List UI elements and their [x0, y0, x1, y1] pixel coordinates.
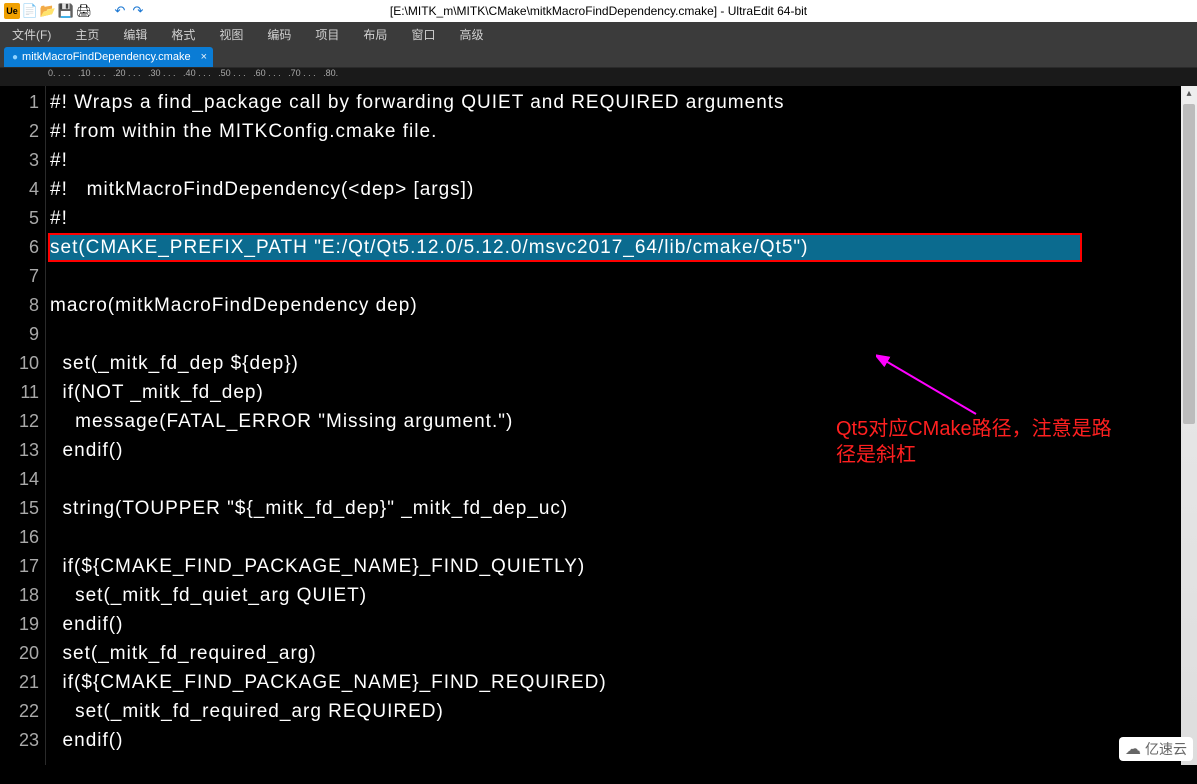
scroll-up-button[interactable]: ▴ — [1181, 86, 1197, 102]
line-number: 2 — [0, 117, 39, 146]
close-tab-icon[interactable]: × — [201, 51, 207, 63]
menu-layout[interactable]: 布局 — [363, 26, 387, 43]
menu-home[interactable]: 主页 — [75, 26, 99, 43]
line-number: 13 — [0, 436, 39, 465]
menu-window[interactable]: 窗口 — [411, 26, 435, 43]
line-number: 4 — [0, 175, 39, 204]
print-icon[interactable]: 🖨 — [76, 3, 92, 19]
document-tab[interactable]: ● mitkMacroFindDependency.cmake × — [4, 47, 213, 67]
code-line[interactable]: endif() — [50, 440, 123, 461]
menu-view[interactable]: 视图 — [219, 26, 243, 43]
tab-label: mitkMacroFindDependency.cmake — [22, 51, 191, 63]
code-line[interactable]: endif() — [50, 730, 123, 751]
tab-bar: ● mitkMacroFindDependency.cmake × — [0, 46, 1197, 68]
menu-format[interactable]: 格式 — [171, 26, 195, 43]
menu-project[interactable]: 项目 — [315, 26, 339, 43]
code-line[interactable]: macro(mitkMacroFindDependency dep) — [50, 295, 418, 316]
scrollbar-thumb[interactable] — [1183, 104, 1195, 424]
code-line[interactable]: #! Wraps a find_package call by forwardi… — [50, 92, 785, 113]
line-number: 17 — [0, 552, 39, 581]
watermark-text: 亿速云 — [1145, 739, 1187, 759]
app-icon: Ue — [4, 3, 20, 19]
save-icon[interactable]: 💾 — [58, 3, 74, 19]
line-number: 20 — [0, 639, 39, 668]
new-file-icon[interactable]: 📄 — [22, 3, 38, 19]
window-title: [E:\MITK_m\MITK\CMake\mitkMacroFindDepen… — [390, 4, 807, 18]
watermark-badge: ☁ 亿速云 — [1119, 737, 1193, 761]
code-line[interactable]: #! from within the MITKConfig.cmake file… — [50, 121, 437, 142]
code-line[interactable]: #! — [50, 150, 68, 171]
menu-file[interactable]: 文件(F) — [12, 26, 51, 43]
code-line[interactable]: if(${CMAKE_FIND_PACKAGE_NAME}_FIND_QUIET… — [50, 556, 585, 577]
cloud-icon: ☁ — [1125, 739, 1141, 759]
annotation-line1: Qt5对应CMake路径，注意是路 — [836, 416, 1112, 442]
code-line[interactable]: #! mitkMacroFindDependency(<dep> [args]) — [50, 179, 474, 200]
code-line[interactable]: #! — [50, 208, 68, 229]
code-line[interactable]: set(_mitk_fd_quiet_arg QUIET) — [50, 585, 367, 606]
line-number: 16 — [0, 523, 39, 552]
line-number: 10 — [0, 349, 39, 378]
line-number: 14 — [0, 465, 39, 494]
line-number: 1 — [0, 88, 39, 117]
line-number: 7 — [0, 262, 39, 291]
title-bar: Ue 📄 📂 💾 🖨 ↶ ↷ [E:\MITK_m\MITK\CMake\mit… — [0, 0, 1197, 22]
menu-coding[interactable]: 编码 — [267, 26, 291, 43]
code-line[interactable]: set(_mitk_fd_dep ${dep}) — [50, 353, 299, 374]
line-number: 6 — [0, 233, 39, 262]
line-number: 21 — [0, 668, 39, 697]
annotation-text: Qt5对应CMake路径，注意是路 径是斜杠 — [836, 416, 1112, 468]
line-number: 19 — [0, 610, 39, 639]
line-number: 9 — [0, 320, 39, 349]
undo-icon[interactable]: ↶ — [112, 3, 128, 19]
menu-bar: 文件(F) 主页 编辑 格式 视图 编码 项目 布局 窗口 高级 — [0, 22, 1197, 46]
line-number: 18 — [0, 581, 39, 610]
code-line[interactable]: if(NOT _mitk_fd_dep) — [50, 382, 264, 403]
modified-indicator-icon: ● — [12, 52, 18, 63]
ruler-marks: 0. . . . .10 . . . .20 . . . .30 . . . .… — [48, 68, 1197, 86]
line-number: 5 — [0, 204, 39, 233]
line-number-gutter: 1234567891011121314151617181920212223 — [0, 86, 46, 765]
editor-area[interactable]: 1234567891011121314151617181920212223 #!… — [0, 86, 1197, 765]
code-line[interactable]: set(_mitk_fd_required_arg) — [50, 643, 317, 664]
column-ruler: 0. . . . .10 . . . .20 . . . .30 . . . .… — [0, 68, 1197, 86]
open-file-icon[interactable]: 📂 — [40, 3, 56, 19]
redo-icon[interactable]: ↷ — [130, 3, 146, 19]
vertical-scrollbar[interactable]: ▴ — [1181, 86, 1197, 765]
annotation-line2: 径是斜杠 — [836, 442, 1112, 468]
code-line[interactable]: set(_mitk_fd_required_arg REQUIRED) — [50, 701, 444, 722]
highlighted-code-line[interactable]: set(CMAKE_PREFIX_PATH "E:/Qt/Qt5.12.0/5.… — [48, 233, 1082, 262]
line-number: 3 — [0, 146, 39, 175]
line-number: 23 — [0, 726, 39, 755]
code-line[interactable]: if(${CMAKE_FIND_PACKAGE_NAME}_FIND_REQUI… — [50, 672, 607, 693]
line-number: 22 — [0, 697, 39, 726]
menu-edit[interactable]: 编辑 — [123, 26, 147, 43]
line-number: 15 — [0, 494, 39, 523]
line-number: 12 — [0, 407, 39, 436]
line-number: 11 — [0, 378, 39, 407]
code-line[interactable]: message(FATAL_ERROR "Missing argument.") — [50, 411, 513, 432]
menu-advanced[interactable]: 高级 — [459, 26, 483, 43]
code-line[interactable]: endif() — [50, 614, 123, 635]
quick-access-toolbar: Ue 📄 📂 💾 🖨 ↶ ↷ — [0, 3, 146, 19]
annotation-arrow-icon — [876, 354, 996, 424]
code-line[interactable]: string(TOUPPER "${_mitk_fd_dep}" _mitk_f… — [50, 498, 568, 519]
line-number: 8 — [0, 291, 39, 320]
